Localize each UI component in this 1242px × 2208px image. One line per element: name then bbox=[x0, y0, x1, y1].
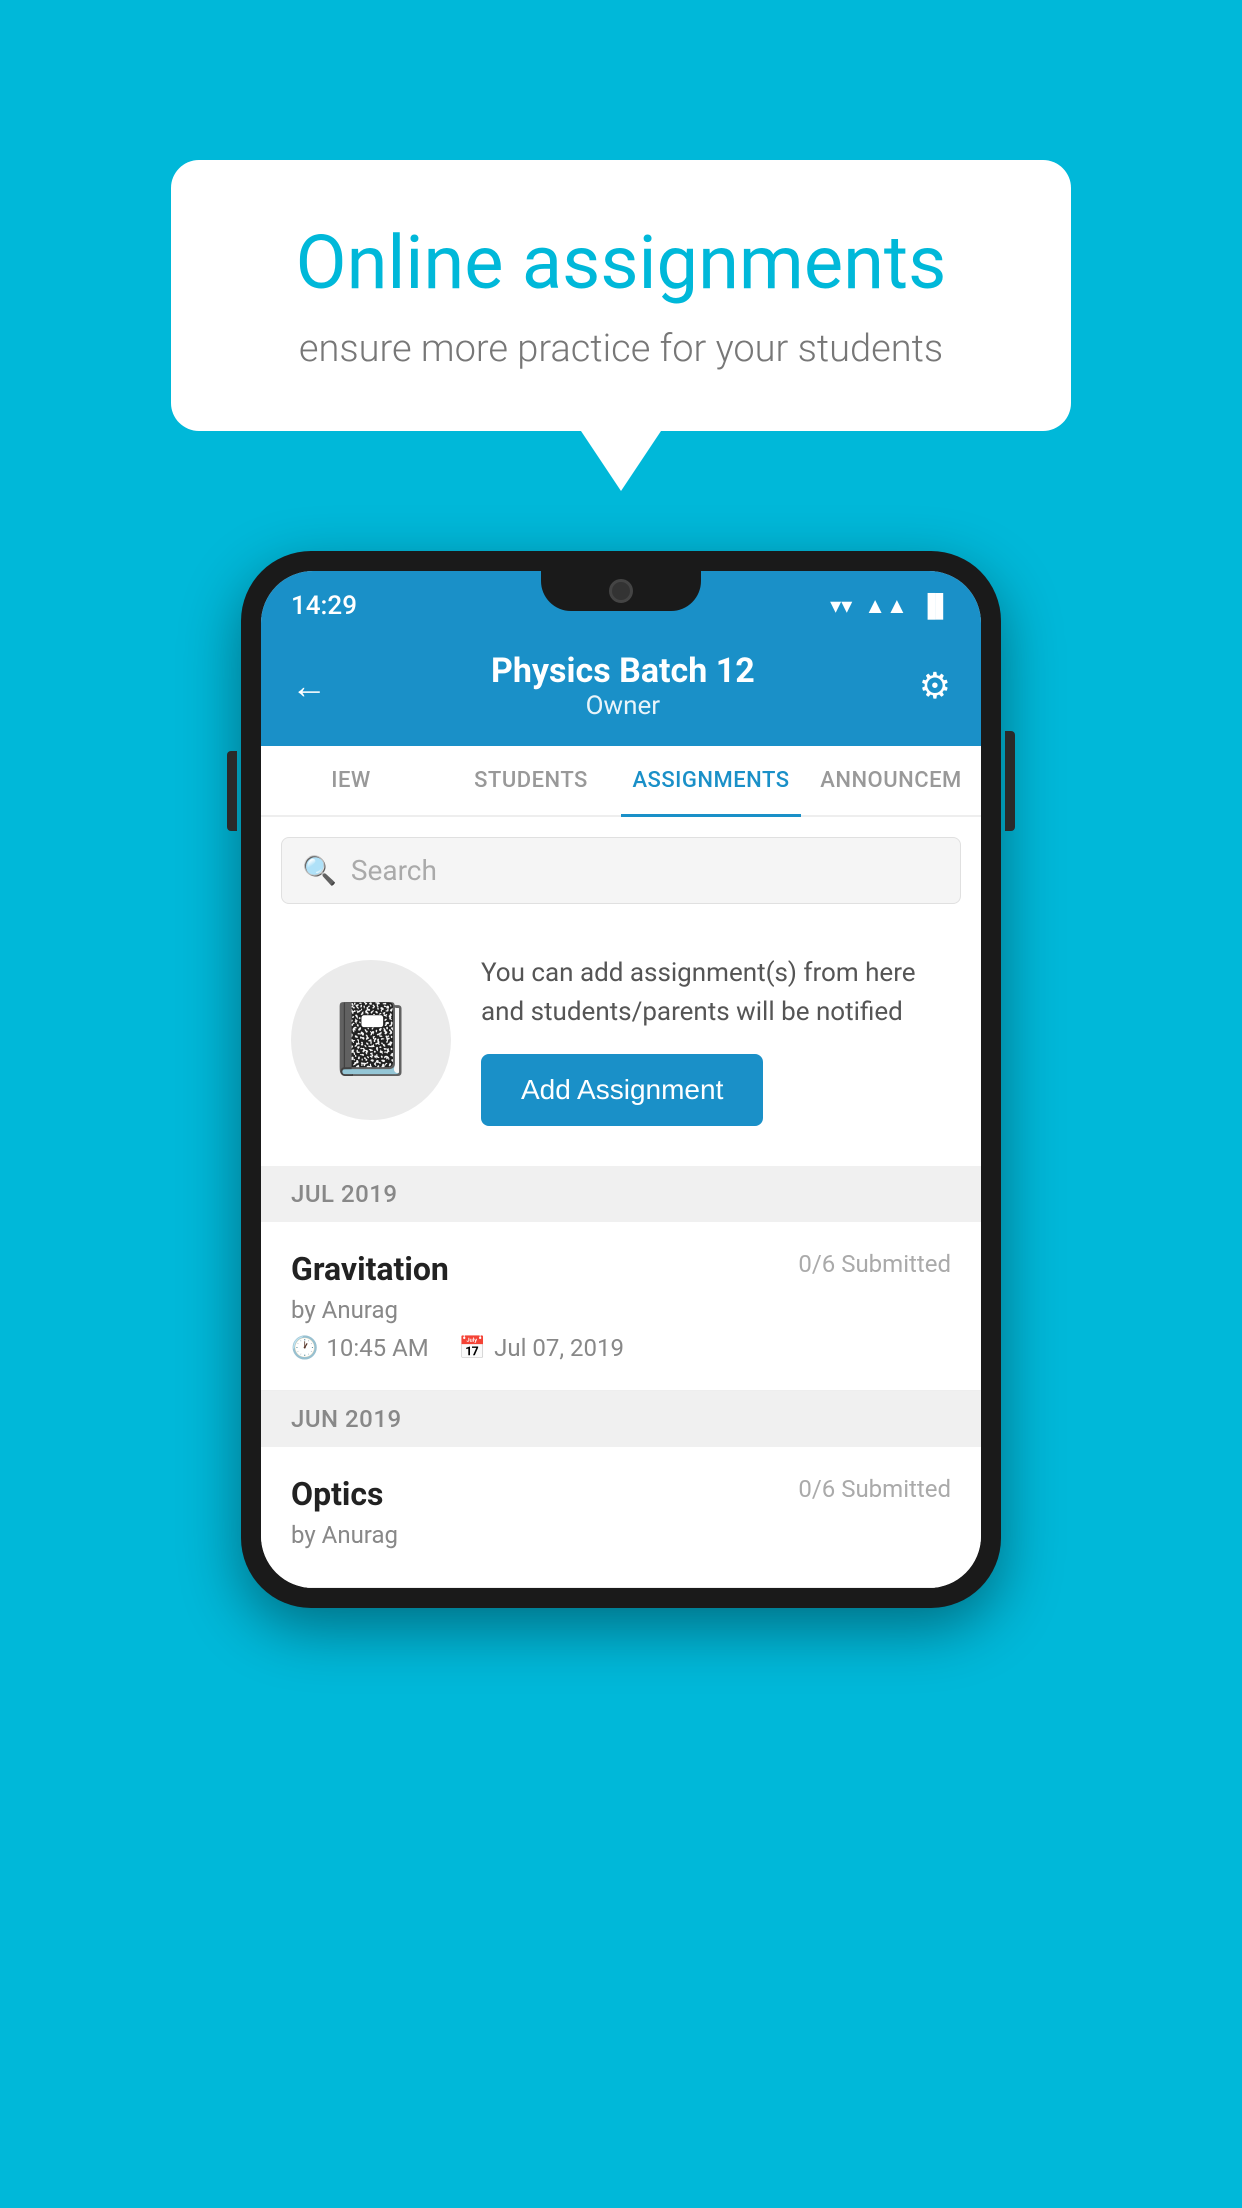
phone-outer: 14:29 ▾▾ ▲▲ ▐▌ ← Physics Batch 12 Owner … bbox=[241, 551, 1001, 1608]
section-header-jul-2019: JUL 2019 bbox=[261, 1166, 981, 1222]
speech-bubble-tail bbox=[581, 431, 661, 491]
assignment-top-row-optics: Optics 0/6 Submitted bbox=[291, 1475, 951, 1513]
promo-right: You can add assignment(s) from here and … bbox=[481, 954, 951, 1126]
assignment-top-row: Gravitation 0/6 Submitted bbox=[291, 1250, 951, 1288]
tab-students[interactable]: STUDENTS bbox=[441, 746, 621, 815]
assignment-meta: 🕐 10:45 AM 📅 Jul 07, 2019 bbox=[291, 1334, 951, 1362]
back-button[interactable]: ← bbox=[291, 665, 327, 707]
signal-icon: ▲▲ bbox=[864, 593, 908, 619]
assignment-item-optics[interactable]: Optics 0/6 Submitted by Anurag bbox=[261, 1447, 981, 1588]
assignment-item-gravitation[interactable]: Gravitation 0/6 Submitted by Anurag 🕐 10… bbox=[261, 1222, 981, 1391]
app-header: ← Physics Batch 12 Owner ⚙ bbox=[261, 631, 981, 746]
assignment-title-optics: Optics bbox=[291, 1475, 383, 1513]
speech-bubble: Online assignments ensure more practice … bbox=[171, 160, 1071, 431]
status-time: 14:29 bbox=[291, 591, 357, 621]
search-placeholder: Search bbox=[351, 854, 437, 887]
clock-icon: 🕐 bbox=[291, 1336, 318, 1361]
phone-inner: 14:29 ▾▾ ▲▲ ▐▌ ← Physics Batch 12 Owner … bbox=[261, 571, 981, 1588]
speech-bubble-subtitle: ensure more practice for your students bbox=[241, 327, 1001, 371]
header-title-group: Physics Batch 12 Owner bbox=[491, 651, 755, 721]
header-title: Physics Batch 12 bbox=[491, 651, 755, 691]
submitted-badge-optics: 0/6 Submitted bbox=[798, 1475, 951, 1503]
assignment-title: Gravitation bbox=[291, 1250, 449, 1288]
add-assignment-promo: 📓 You can add assignment(s) from here an… bbox=[261, 924, 981, 1166]
search-bar: 🔍 Search bbox=[261, 817, 981, 924]
tab-announcements[interactable]: ANNOUNCEM bbox=[801, 746, 981, 815]
submitted-badge: 0/6 Submitted bbox=[798, 1250, 951, 1278]
assignment-by: by Anurag bbox=[291, 1296, 951, 1324]
phone-notch bbox=[541, 571, 701, 611]
notebook-icon-circle: 📓 bbox=[291, 960, 451, 1120]
tab-overview[interactable]: IEW bbox=[261, 746, 441, 815]
header-subtitle: Owner bbox=[491, 691, 755, 721]
search-input-wrapper[interactable]: 🔍 Search bbox=[281, 837, 961, 904]
notebook-icon: 📓 bbox=[327, 999, 414, 1081]
phone-camera bbox=[609, 579, 633, 603]
assignment-by-optics: by Anurag bbox=[291, 1521, 951, 1549]
battery-icon: ▐▌ bbox=[920, 593, 951, 619]
assignment-time: 🕐 10:45 AM bbox=[291, 1334, 429, 1362]
section-header-jun-2019: JUN 2019 bbox=[261, 1391, 981, 1447]
tab-assignments[interactable]: ASSIGNMENTS bbox=[621, 746, 801, 815]
promo-text: You can add assignment(s) from here and … bbox=[481, 954, 951, 1032]
calendar-icon: 📅 bbox=[459, 1336, 486, 1361]
add-assignment-button[interactable]: Add Assignment bbox=[481, 1054, 763, 1126]
assignment-date: 📅 Jul 07, 2019 bbox=[459, 1334, 624, 1362]
search-icon: 🔍 bbox=[302, 854, 337, 887]
settings-button[interactable]: ⚙ bbox=[919, 665, 951, 707]
tabs-bar: IEW STUDENTS ASSIGNMENTS ANNOUNCEM bbox=[261, 746, 981, 817]
speech-bubble-title: Online assignments bbox=[241, 220, 1001, 307]
phone-container: 14:29 ▾▾ ▲▲ ▐▌ ← Physics Batch 12 Owner … bbox=[241, 551, 1001, 1608]
status-icons: ▾▾ ▲▲ ▐▌ bbox=[830, 593, 951, 619]
wifi-icon: ▾▾ bbox=[830, 594, 852, 619]
speech-bubble-container: Online assignments ensure more practice … bbox=[171, 160, 1071, 491]
